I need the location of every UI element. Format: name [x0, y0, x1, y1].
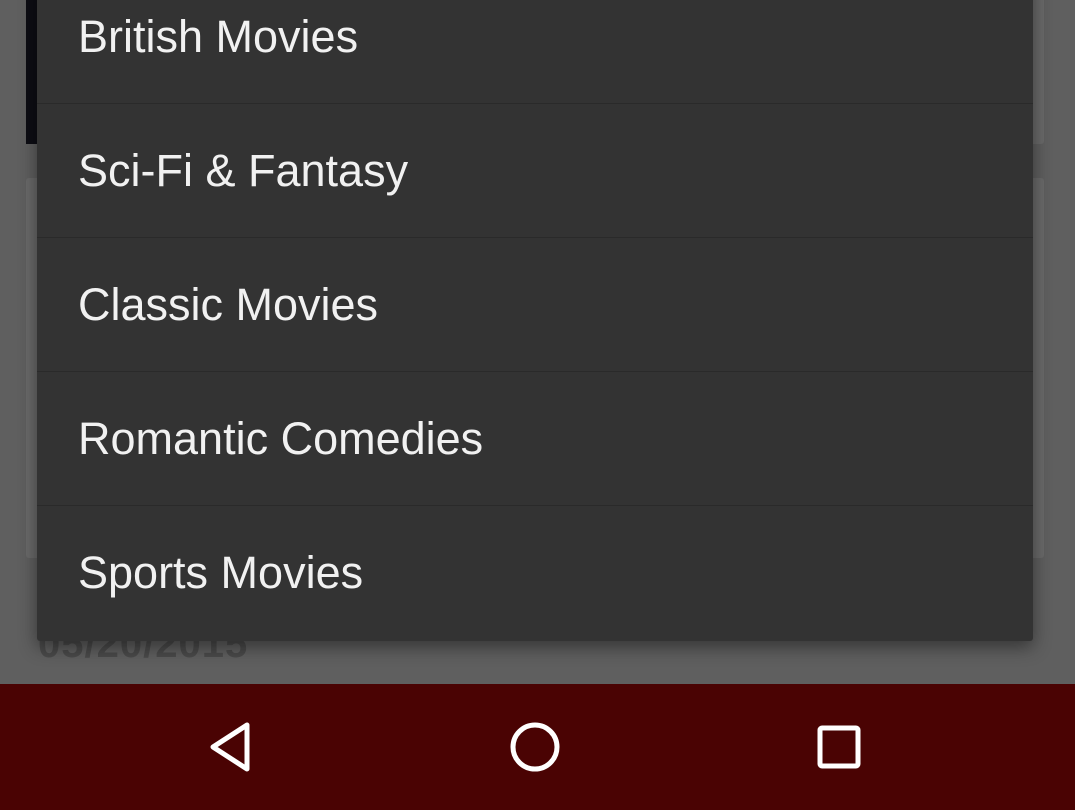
menu-item-british-movies[interactable]: British Movies: [37, 0, 1033, 104]
category-dropdown-menu: British Movies Sci-Fi & Fantasy Classic …: [37, 0, 1033, 641]
recents-icon: [817, 725, 861, 769]
recents-button[interactable]: [806, 714, 872, 780]
back-icon: [210, 722, 250, 772]
home-button[interactable]: [502, 714, 568, 780]
menu-item-sports-movies[interactable]: Sports Movies: [37, 506, 1033, 640]
menu-item-label: Sci-Fi & Fantasy: [78, 144, 409, 196]
menu-item-label: Romantic Comedies: [78, 412, 484, 464]
menu-item-label: Classic Movies: [78, 278, 379, 330]
home-icon: [510, 722, 560, 772]
screen: 05/20/2015 British Movies Sci-Fi & Fanta…: [0, 0, 1075, 810]
menu-item-label: British Movies: [78, 10, 359, 62]
back-button[interactable]: [198, 714, 264, 780]
menu-item-label: Sports Movies: [78, 547, 364, 598]
menu-item-romantic-comedies[interactable]: Romantic Comedies: [37, 372, 1033, 506]
menu-item-sci-fi-fantasy[interactable]: Sci-Fi & Fantasy: [37, 104, 1033, 238]
menu-item-classic-movies[interactable]: Classic Movies: [37, 238, 1033, 372]
navigation-bar: [0, 684, 1075, 810]
